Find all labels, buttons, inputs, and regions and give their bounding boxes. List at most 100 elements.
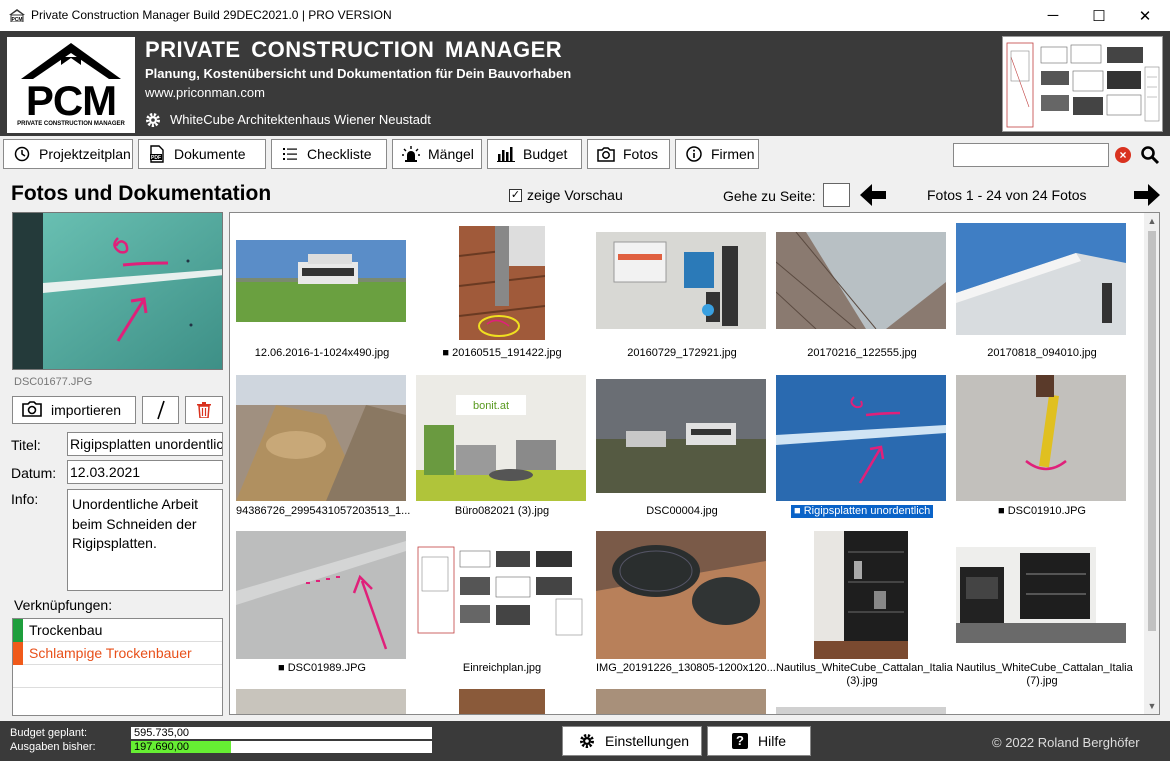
search-icon[interactable] — [1140, 145, 1160, 165]
main-toolbar: Projektzeitplan PDF Dokumente Checkliste… — [0, 136, 1170, 174]
scroll-down-icon[interactable]: ▼ — [1144, 698, 1159, 714]
photo-caption-selected: ■ Rigipsplatten unordentlich — [791, 505, 934, 518]
photo-thumb[interactable]: Einreichplan.jpg — [416, 531, 588, 679]
photo-thumb[interactable] — [776, 689, 948, 714]
photo-image — [459, 226, 545, 340]
project-name: WhiteCube Architektenhaus Wiener Neustad… — [170, 112, 431, 127]
plan-thumbnail — [1002, 36, 1163, 132]
settings-label: Einstellungen — [605, 733, 690, 749]
photo-thumb[interactable]: Nautilus_WhiteCube_Cattalan_Italia (3).j… — [776, 531, 953, 691]
link-item[interactable]: Trockenbau — [13, 619, 222, 642]
links-label: Verknüpfungen: — [14, 597, 113, 613]
photo-caption: 12.06.2016-1-1024x490.jpg — [254, 347, 390, 359]
settings-button[interactable]: Einstellungen — [562, 726, 702, 756]
photo-thumb[interactable]: ■ DSC01910.JPG — [956, 375, 1128, 520]
title-bar: PCM Private Construction Manager Build 2… — [0, 0, 1170, 31]
pcm-logo: PCM PRIVATE CONSTRUCTION MANAGER — [7, 37, 135, 133]
photo-image — [776, 707, 946, 714]
pencil-icon — [156, 400, 165, 420]
copyright: © 2022 Roland Berghöfer — [992, 735, 1140, 750]
photo-thumb[interactable]: IMG_20191226_130805-1200x120... — [596, 531, 776, 679]
camera-icon — [22, 400, 42, 420]
photo-thumb[interactable]: ■ 20160515_191422.jpg — [416, 223, 588, 363]
gallery-scrollbar[interactable]: ▲ ▼ — [1144, 213, 1159, 714]
photo-image: bonit.at — [416, 375, 586, 501]
photo-thumb[interactable]: ■ DSC01989.JPG — [236, 531, 408, 679]
photo-thumb[interactable] — [596, 689, 768, 714]
goto-page-input[interactable] — [823, 183, 850, 207]
photo-thumb[interactable] — [236, 689, 408, 714]
app-url[interactable]: www.priconman.com — [145, 85, 265, 100]
tab-dokumente[interactable]: PDF Dokumente — [138, 139, 266, 169]
tab-maengel[interactable]: Mängel — [392, 139, 482, 169]
photo-thumb[interactable]: 20170216_122555.jpg — [776, 223, 948, 363]
link-color-marker — [13, 619, 23, 642]
clear-search-icon[interactable]: × — [1115, 147, 1131, 163]
photo-thumb[interactable]: 20170818_094010.jpg — [956, 223, 1128, 363]
show-preview-checkbox[interactable]: ✓ zeige Vorschau — [509, 187, 623, 203]
window-title: Private Construction Manager Build 29DEC… — [31, 8, 392, 22]
photo-thumb[interactable]: DSC00004.jpg — [596, 375, 768, 520]
app-subtitle: Planung, Kostenübersicht und Dokumentati… — [145, 66, 572, 81]
minimize-button[interactable]: ─ — [1030, 0, 1076, 31]
tab-budget[interactable]: Budget — [487, 139, 582, 169]
help-label: Hilfe — [758, 733, 787, 749]
photo-thumb[interactable]: bonit.at Büro082021 (3).jpg — [416, 375, 588, 520]
checkbox-label: zeige Vorschau — [527, 187, 623, 203]
close-button[interactable]: ✕ — [1122, 0, 1168, 31]
title-label: Titel: — [11, 437, 41, 453]
delete-button[interactable] — [185, 396, 223, 424]
photo-thumb[interactable] — [416, 689, 588, 714]
import-label: importieren — [51, 402, 122, 418]
selected-file-name: DSC01677.JPG — [14, 376, 93, 388]
import-button[interactable]: importieren — [12, 396, 136, 424]
logo-text: PCM — [25, 77, 117, 124]
photo-thumb[interactable]: 12.06.2016-1-1024x490.jpg — [236, 223, 408, 363]
tab-label: Checkliste — [307, 146, 372, 162]
photo-image — [776, 375, 946, 501]
photo-image — [236, 240, 406, 322]
search-input[interactable] — [953, 143, 1109, 167]
tab-firmen[interactable]: Firmen — [675, 139, 759, 169]
edit-button[interactable] — [142, 396, 179, 424]
spent-label: Ausgaben bisher: — [10, 741, 96, 753]
photo-thumb[interactable]: 94386726_2995431057203513_1... — [236, 375, 410, 520]
next-page-arrow-icon[interactable] — [1134, 184, 1160, 206]
checkbox-box[interactable]: ✓ — [509, 188, 522, 202]
photo-thumb[interactable]: Nautilus_WhiteCube_Cattalan_Italia (7).j… — [956, 531, 1133, 691]
photo-caption: 20170216_122555.jpg — [807, 347, 917, 359]
title-field[interactable]: Rigipsplatten unordentlich — [67, 432, 223, 456]
photo-image — [236, 531, 406, 659]
budget-value: 595.735,00 — [134, 727, 190, 739]
photo-thumb[interactable]: ■ Rigipsplatten unordentlich — [776, 375, 948, 520]
tab-fotos[interactable]: Fotos — [587, 139, 670, 169]
tab-label: Projektzeitplan — [39, 146, 131, 162]
links-list[interactable]: Trockenbau Schlampige Trockenbauer — [12, 618, 223, 716]
link-item-empty[interactable] — [13, 665, 222, 688]
scroll-up-icon[interactable]: ▲ — [1144, 213, 1159, 229]
photo-image — [596, 689, 766, 714]
link-label: Schlampige Trockenbauer — [29, 645, 192, 661]
photo-caption: 20160729_172921.jpg — [627, 347, 737, 359]
photo-thumb[interactable]: 20160729_172921.jpg — [596, 223, 768, 363]
app-window: PCM Private Construction Manager Build 2… — [0, 0, 1170, 761]
maximize-button[interactable]: ☐ — [1076, 0, 1122, 31]
info-field[interactable]: Unordentliche Arbeit beim Schneiden der … — [67, 489, 223, 591]
date-field[interactable]: 12.03.2021 — [67, 460, 223, 484]
photo-caption: Nautilus_WhiteCube_Cattalan_Italia (7).j… — [956, 662, 1133, 687]
scroll-thumb[interactable] — [1148, 231, 1156, 631]
photo-caption: DSC00004.jpg — [646, 505, 718, 517]
help-button[interactable]: ? Hilfe — [707, 726, 811, 756]
tab-checkliste[interactable]: Checkliste — [271, 139, 387, 169]
photo-caption: 20170818_094010.jpg — [987, 347, 1097, 359]
gear-icon[interactable] — [145, 112, 161, 128]
date-label: Datum: — [11, 465, 57, 481]
photo-image — [956, 547, 1126, 643]
photo-caption: ■ 20160515_191422.jpg — [442, 347, 562, 359]
previous-page-arrow-icon[interactable] — [860, 184, 886, 206]
tab-projektzeitplan[interactable]: Projektzeitplan — [3, 139, 133, 169]
logo-subtext: PRIVATE CONSTRUCTION MANAGER — [17, 121, 125, 127]
tab-label: Mängel — [428, 146, 474, 162]
photo-caption: Einreichplan.jpg — [462, 662, 542, 674]
link-item[interactable]: Schlampige Trockenbauer — [13, 642, 222, 665]
